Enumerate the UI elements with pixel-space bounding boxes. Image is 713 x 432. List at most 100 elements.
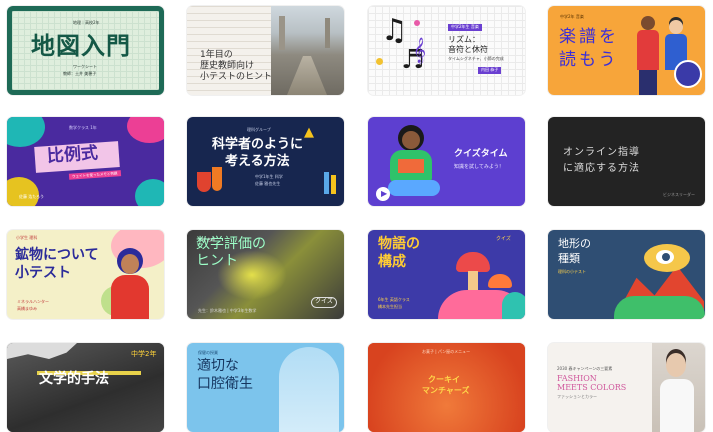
- illustration-mushroom: [488, 274, 512, 288]
- illustration-drum: [674, 60, 702, 88]
- card-title: に適応する方法: [563, 163, 640, 174]
- illustration-landform: [614, 296, 705, 319]
- illustration-plant: [502, 292, 525, 319]
- deco-blob: [7, 117, 45, 147]
- template-card-proportion[interactable]: 数学クラス 1年 比例式 ウェイトを使ったメモと例題 佐藤 浩たろう: [7, 117, 164, 206]
- deco-blob: [127, 117, 164, 143]
- card-meta: 理科の小テスト: [558, 269, 586, 274]
- illustration-student: [669, 20, 683, 34]
- template-card-landforms[interactable]: 地形の 種類 理科の小テスト: [548, 230, 705, 319]
- illustration-legs: [388, 180, 440, 196]
- template-card-story-structure[interactable]: クイズ 物語の 構成 6年生 英語クラス 橋本先生担当: [368, 230, 525, 319]
- deco-blob: [135, 179, 164, 206]
- template-card-read-score[interactable]: 中学2年 音楽 楽譜を 読もう: [548, 6, 705, 95]
- card-tag: 小学生 理科: [16, 235, 38, 240]
- flask-icon: [197, 172, 211, 192]
- card-meta: 6年生 英語クラス: [378, 297, 410, 302]
- card-title: 文学的手法: [39, 371, 109, 387]
- illustration-eye-icon: [662, 253, 670, 261]
- illustration-mushroom: [456, 252, 490, 272]
- test-tube-icon: [324, 172, 329, 194]
- template-card-history-quiz[interactable]: 1年目の 歴史教師向け 小テストのヒント: [187, 6, 344, 95]
- card-title: 楽譜を: [559, 27, 619, 47]
- card-title: 鉱物について: [15, 247, 99, 263]
- deco-dot: [376, 58, 383, 65]
- illustration-face: [121, 254, 139, 274]
- card-meta: 地理｜高校2年: [73, 20, 100, 25]
- card-tag: 中学2年: [131, 350, 157, 358]
- card-title: 小テストのヒント: [200, 72, 273, 82]
- template-card-math-assessment[interactable]: 学校 名前 数学評価の ヒント クイズ 先生：鈴木雅也 | 中学3年生数学: [187, 230, 344, 319]
- card-footer: 高橋まゆみ: [17, 306, 37, 311]
- card-title: クイズタイム: [454, 149, 508, 159]
- play-icon: ▶: [381, 189, 388, 198]
- template-card-fashion-colors[interactable]: 2030 春キャンペーンの三要素 FASHION MEETS COLORS ファ…: [548, 343, 705, 432]
- card-title: FASHION: [557, 374, 597, 383]
- card-title: 適切な: [197, 358, 239, 374]
- card-meta: 中学1年生 科学: [255, 174, 283, 179]
- template-card-rhythm[interactable]: ♫ ♬ 𝄞 中学2年生 音楽 リズム： 音符と休符 タイムシグネチャ、小節の完成…: [368, 6, 525, 95]
- card-title: クーキイ: [428, 375, 460, 384]
- card-footer: 佐藤 浩たろう: [19, 194, 45, 199]
- card-subtitle: ウェイトを使ったメモと例題: [68, 170, 121, 180]
- card-title: 地形の: [558, 237, 591, 250]
- deco-dot: [414, 20, 420, 26]
- flask-icon: [212, 167, 222, 191]
- illustration-student: [639, 70, 657, 95]
- card-title: 音符と休符: [448, 45, 488, 54]
- card-title: 口腔衛生: [197, 376, 253, 392]
- card-title: リズム：: [448, 35, 480, 44]
- card-title: 物語の: [378, 236, 420, 252]
- card-tag: 中学2年生 音楽: [448, 24, 482, 31]
- photo-column: [279, 16, 285, 50]
- card-title: MEETS COLORS: [557, 383, 627, 392]
- card-meta: ミネラルハンター: [17, 299, 49, 304]
- card-title: マンチャーズ: [422, 386, 470, 395]
- card-subtitle: 知識を試してみよう！: [454, 164, 504, 170]
- quiz-badge: クイズ: [311, 297, 337, 308]
- card-meta: 理科グループ: [247, 127, 271, 132]
- card-subtitle: ファッションとカラー: [557, 394, 597, 399]
- card-title: 地図入門: [31, 32, 131, 60]
- card-title: 歴史教師向け: [200, 61, 255, 71]
- card-footer: ビジネスリーダー: [663, 192, 695, 197]
- card-title: オンライン指導: [563, 147, 640, 158]
- card-meta: 数学クラス 1年: [69, 125, 97, 130]
- template-card-cookie-munchers[interactable]: お菓子 | パン屋のメニュー クーキイ マンチャーズ: [368, 343, 525, 432]
- card-meta: ワークシート: [73, 64, 97, 69]
- card-title: 構成: [378, 254, 406, 270]
- illustration-book: [398, 159, 424, 173]
- ruler-icon: ▲: [304, 125, 314, 140]
- card-meta: 2030 春キャンペーンの三要素: [557, 366, 613, 371]
- photo-person: [279, 347, 339, 432]
- template-card-literary-devices[interactable]: 中学2年 文学的手法: [7, 343, 164, 432]
- illustration-reader-face: [402, 131, 420, 149]
- card-meta: タイムシグネチャ、小節の完成: [448, 56, 504, 61]
- card-title: 数学評価の: [196, 236, 266, 252]
- card-meta: 橋本先生担当: [378, 304, 402, 309]
- card-title: 科学者のように: [212, 137, 304, 152]
- card-meta: 保健の授業: [198, 350, 218, 355]
- card-title: 比例式: [46, 143, 99, 167]
- photo-model-body: [660, 379, 694, 432]
- card-tag: クイズ: [496, 236, 511, 242]
- template-card-online-teaching[interactable]: オンライン指導 に適応する方法 ビジネスリーダー: [548, 117, 705, 206]
- music-note-icon: ♫: [381, 13, 408, 48]
- card-meta: 教師：土井 美穂子: [63, 71, 97, 76]
- template-card-oral-hygiene[interactable]: 保健の授業 適切な 口腔衛生: [187, 343, 344, 432]
- card-meta: お菓子 | パン屋のメニュー: [422, 349, 471, 354]
- illustration-student: [641, 16, 655, 30]
- illustration-student: [637, 30, 659, 70]
- card-title: ヒント: [196, 253, 238, 269]
- card-title: 1年目の: [200, 50, 233, 60]
- template-card-think-scientist[interactable]: 理科グループ ▲ 科学者のように 考える方法 中学1年生 科学 佐藤 雅也先生: [187, 117, 344, 206]
- template-card-minerals-quiz[interactable]: 小学生 理科 鉱物について 小テスト ミネラルハンター 高橋まゆみ: [7, 230, 164, 319]
- template-card-map-intro[interactable]: 地理｜高校2年 地図入門 ワークシート 教師：土井 美穂子: [7, 6, 164, 95]
- card-title: 種類: [558, 252, 580, 265]
- card-tag: 内田 恭子: [478, 67, 502, 74]
- card-title: 小テスト: [15, 265, 71, 281]
- treble-clef-icon: 𝄞: [413, 38, 427, 63]
- template-card-quiz-time[interactable]: ▶ クイズタイム 知識を試してみよう！: [368, 117, 525, 206]
- card-title: 考える方法: [225, 154, 290, 169]
- photo-model-head: [666, 353, 686, 377]
